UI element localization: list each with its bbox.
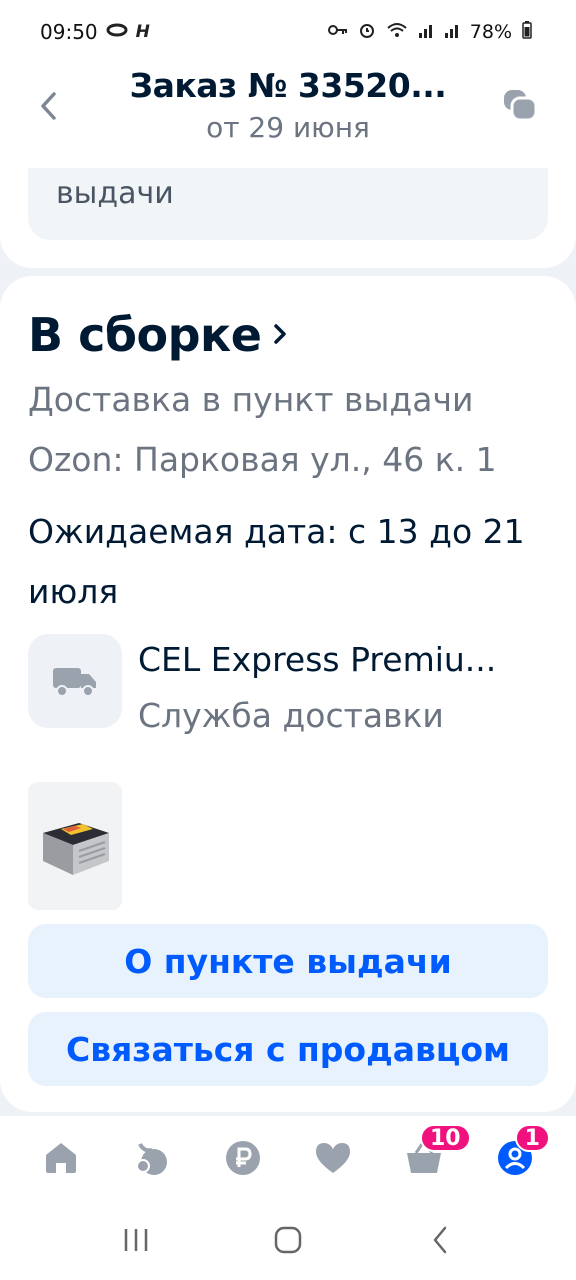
status-bar: 09:50 H 78% (0, 0, 576, 64)
chat-icon (504, 90, 538, 122)
nav-favorites[interactable] (303, 1128, 363, 1188)
recent-apps-button[interactable] (106, 1210, 166, 1270)
order-status-link[interactable]: В сборке (28, 308, 287, 362)
nav-finance[interactable] (213, 1128, 273, 1188)
order-card: В сборке Доставка в пункт выдачи Ozon: П… (0, 276, 576, 1112)
back-button[interactable] (32, 84, 64, 128)
profile-badge: 1 (514, 1124, 550, 1152)
order-status: В сборке (28, 308, 262, 362)
recent-apps-icon (124, 1229, 148, 1251)
previous-card-text: выдачи (56, 176, 174, 211)
fresh-icon (135, 1143, 167, 1175)
key-icon (327, 22, 348, 42)
signal-icon-1 (418, 22, 434, 43)
delivery-type: Доставка в пункт выдачи (28, 380, 474, 419)
delivery-address: Ozon: Парковая ул., 46 к. 1 (28, 440, 497, 479)
expected-date: Ожидаемая дата: с 13 до 21 июля (28, 512, 525, 611)
product-thumbnail[interactable] (28, 782, 122, 910)
contact-seller-button[interactable]: Связаться с продавцом (28, 1012, 548, 1086)
nav-fresh[interactable] (122, 1128, 182, 1188)
nav-cart[interactable]: 10 (394, 1124, 471, 1188)
pickup-point-button[interactable]: О пункте выдачи (28, 924, 548, 998)
chat-button[interactable] (500, 86, 540, 126)
home-button[interactable] (258, 1210, 318, 1270)
page-title: Заказ № 33520... (129, 66, 447, 105)
ruble-icon (225, 1141, 260, 1175)
signal-icon-2 (444, 22, 460, 43)
page-subtitle: от 29 июня (206, 111, 370, 144)
delivery-service-label: Служба доставки (138, 696, 444, 735)
home-icon (46, 1143, 77, 1173)
delivery-service-name: CEL Express Premiu... (138, 640, 497, 679)
chevron-right-icon (273, 319, 287, 354)
back-icon (433, 1226, 447, 1254)
order-page: 09:50 H 78% выдачи Заказ № 33520... от 2… (0, 0, 576, 1280)
header: Заказ № 33520... от 29 июня (0, 64, 576, 168)
battery-level: 78% (469, 21, 512, 43)
bottom-nav: 10 1 (0, 1116, 576, 1200)
alarm-icon (358, 21, 376, 44)
title-block: Заказ № 33520... от 29 июня (84, 64, 492, 144)
app-notification-icon: H (135, 22, 150, 42)
system-nav-bar (0, 1200, 576, 1280)
status-left: 09:50 H (40, 20, 150, 44)
chevron-left-icon (41, 92, 56, 120)
status-time: 09:50 (40, 20, 98, 44)
wifi-icon (386, 22, 408, 43)
delivery-service-icon-box (28, 634, 122, 728)
product-image (43, 823, 109, 875)
home-button-icon (274, 1226, 302, 1254)
battery-icon (522, 20, 532, 44)
system-back-button[interactable] (410, 1210, 470, 1270)
nav-home[interactable] (31, 1128, 91, 1188)
status-right: 78% (327, 20, 532, 44)
truck-icon (53, 668, 96, 697)
sync-icon (106, 22, 128, 42)
cart-badge: 10 (419, 1124, 471, 1152)
nav-profile[interactable]: 1 (485, 1124, 550, 1188)
heart-icon (316, 1143, 351, 1173)
